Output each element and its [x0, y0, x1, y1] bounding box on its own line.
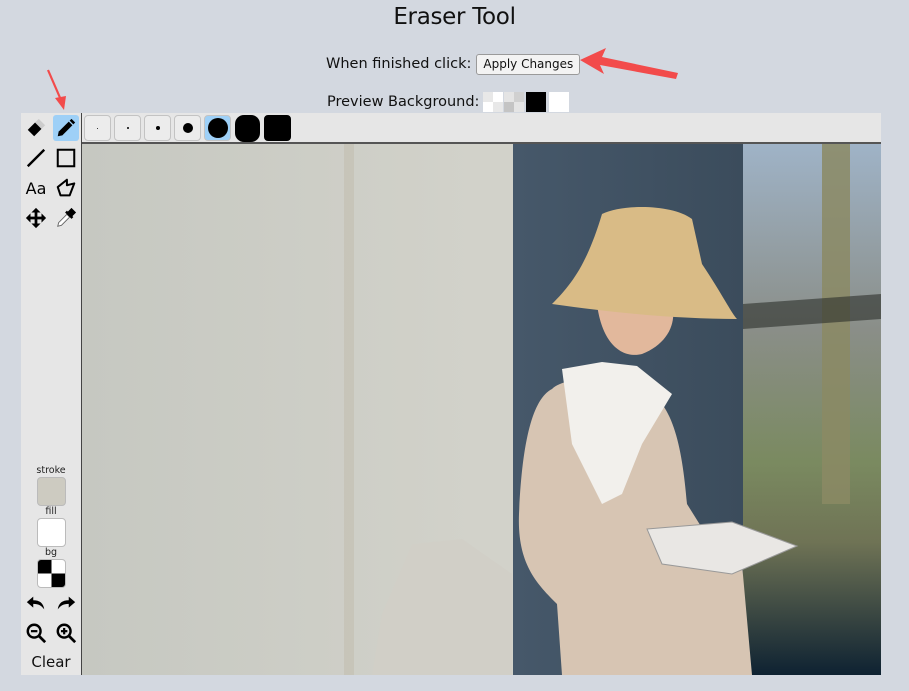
- eyedropper-icon: [57, 207, 77, 227]
- bg-label: bg: [44, 547, 58, 558]
- fill-label: fill: [45, 506, 57, 517]
- zoom-in-button[interactable]: [53, 620, 79, 646]
- rectangle-icon: [56, 148, 76, 168]
- brush-size-1[interactable]: [84, 115, 111, 141]
- stroke-label: stroke: [36, 465, 66, 476]
- brush-size-bar: [82, 113, 881, 144]
- tool-rectangle[interactable]: [53, 145, 79, 171]
- finish-row: When finished click: Apply Changes: [326, 52, 581, 76]
- redo-button[interactable]: [53, 590, 79, 616]
- preview-swatch-checker-light[interactable]: [483, 92, 504, 112]
- undo-icon: [26, 596, 45, 610]
- annotation-arrow-pencil: [46, 69, 66, 110]
- undo-button[interactable]: [23, 590, 49, 616]
- preview-background-row: Preview Background:: [327, 90, 570, 114]
- preview-background-label: Preview Background:: [327, 94, 480, 110]
- tool-sidebar: Aa stroke fill bg Clear: [21, 113, 82, 675]
- tool-polygon[interactable]: [53, 175, 79, 201]
- page-title: Eraser Tool: [393, 4, 516, 30]
- preview-swatch-checker-gray[interactable]: [504, 92, 525, 112]
- canvas-photo: [82, 144, 881, 675]
- annotation-arrow-apply: [580, 48, 678, 79]
- drawing-canvas[interactable]: [82, 144, 881, 675]
- finish-label: When finished click:: [326, 56, 472, 72]
- brush-size-5[interactable]: [204, 115, 231, 141]
- preview-swatch-white[interactable]: [549, 92, 570, 112]
- zoom-in-icon: [56, 623, 77, 644]
- tool-move[interactable]: [23, 205, 49, 231]
- bg-color-swatch[interactable]: [37, 559, 66, 588]
- zoom-out-button[interactable]: [23, 620, 49, 646]
- clear-button[interactable]: Clear: [21, 653, 81, 671]
- preview-swatch-black[interactable]: [526, 92, 547, 112]
- tool-eyedropper[interactable]: [53, 205, 79, 231]
- move-icon: [25, 207, 47, 229]
- brush-size-4[interactable]: [174, 115, 201, 141]
- fill-color-swatch[interactable]: [37, 518, 66, 547]
- apply-changes-button[interactable]: Apply Changes: [476, 53, 581, 75]
- tool-eraser[interactable]: [23, 115, 49, 141]
- zoom-out-icon: [26, 623, 47, 644]
- brush-size-6[interactable]: [234, 114, 261, 142]
- line-icon: [26, 148, 46, 168]
- tool-pencil[interactable]: [53, 115, 79, 141]
- text-icon: Aa: [25, 178, 47, 198]
- stroke-color-swatch[interactable]: [37, 477, 66, 506]
- eraser-icon: [27, 118, 46, 137]
- redo-icon: [57, 596, 76, 610]
- pencil-icon: [57, 118, 76, 137]
- brush-size-3[interactable]: [144, 115, 171, 141]
- tool-text[interactable]: Aa: [23, 175, 49, 201]
- brush-size-2[interactable]: [114, 115, 141, 141]
- polygon-icon: [56, 178, 76, 197]
- brush-size-7[interactable]: [264, 115, 291, 141]
- tool-line[interactable]: [23, 145, 49, 171]
